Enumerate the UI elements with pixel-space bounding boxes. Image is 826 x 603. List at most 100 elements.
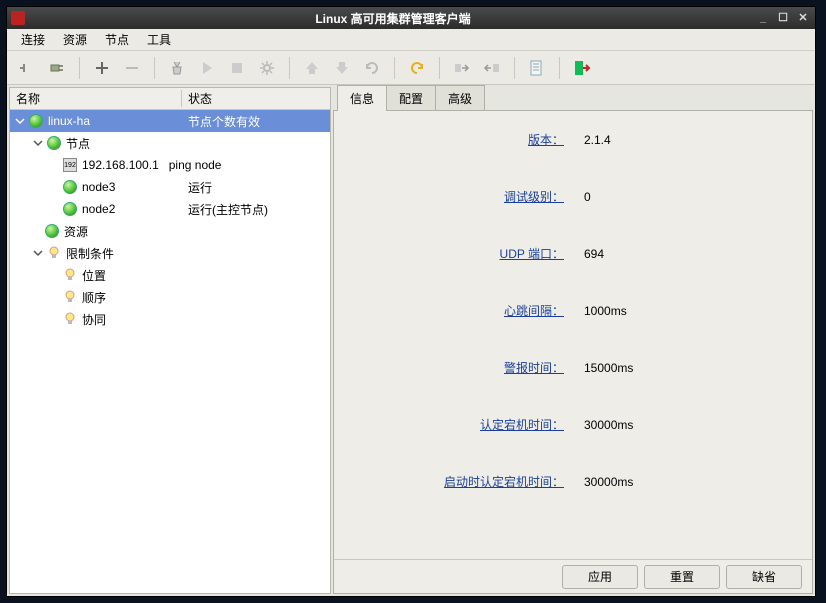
info-value-dead: 30000ms xyxy=(584,418,633,432)
tab-advanced[interactable]: 高级 xyxy=(435,85,485,111)
tree-label: 顺序 xyxy=(82,289,106,306)
tree-row-node3[interactable]: node3 运行 xyxy=(10,176,330,198)
menu-node[interactable]: 节点 xyxy=(97,29,137,50)
default-button[interactable]: 缺省 xyxy=(726,565,802,589)
window-title: Linux 高可用集群管理客户端 xyxy=(31,10,755,27)
toolbar-separator xyxy=(439,57,440,79)
info-label-version[interactable]: 版本： xyxy=(528,133,564,147)
cluster-icon xyxy=(28,113,44,129)
button-bar: 应用 重置 缺省 xyxy=(334,559,812,593)
tab-config[interactable]: 配置 xyxy=(386,85,436,111)
info-value-udp: 694 xyxy=(584,247,604,261)
titlebar[interactable]: Linux 高可用集群管理客户端 _ ☐ ✕ xyxy=(7,7,815,29)
expander-icon[interactable] xyxy=(14,115,26,127)
add-icon[interactable] xyxy=(90,56,114,80)
standby-icon[interactable] xyxy=(480,56,504,80)
toolbar-separator xyxy=(559,57,560,79)
node-icon xyxy=(62,201,78,217)
tree-label: 协同 xyxy=(82,311,106,328)
window-controls: _ ☐ ✕ xyxy=(755,11,811,25)
minimize-button[interactable]: _ xyxy=(755,11,771,25)
right-panel: 信息 配置 高级 版本： 2.1.4 调试级别： 0 UDP 端口： xyxy=(333,87,813,594)
stop-icon[interactable] xyxy=(225,56,249,80)
tree-row-constraints[interactable]: 限制条件 xyxy=(10,242,330,264)
toolbar-separator xyxy=(79,57,80,79)
plug-icon[interactable] xyxy=(45,56,69,80)
expander-icon[interactable] xyxy=(32,137,44,149)
bulb-icon xyxy=(62,289,78,305)
info-label-initdead[interactable]: 启动时认定宕机时间： xyxy=(444,475,564,489)
tree-row-order[interactable]: 顺序 xyxy=(10,286,330,308)
refresh-icon[interactable] xyxy=(360,56,384,80)
takeover-icon[interactable] xyxy=(450,56,474,80)
tree-header: 名称 状态 xyxy=(10,88,330,110)
down-icon[interactable] xyxy=(330,56,354,80)
remove-icon[interactable] xyxy=(120,56,144,80)
node-icon xyxy=(62,179,78,195)
app-window: Linux 高可用集群管理客户端 _ ☐ ✕ 连接 资源 节点 工具 xyxy=(6,6,816,597)
tree-row-root[interactable]: linux-ha 节点个数有效 xyxy=(10,110,330,132)
tree-status: 节点个数有效 xyxy=(182,113,330,130)
up-icon[interactable] xyxy=(300,56,324,80)
info-row-dead: 认定宕机时间： 30000ms xyxy=(364,416,782,433)
tree-row-ip[interactable]: 192 192.168.100.1 ping node xyxy=(10,154,330,176)
app-icon xyxy=(11,11,25,25)
info-value-debug: 0 xyxy=(584,190,591,204)
exit-icon[interactable] xyxy=(570,56,594,80)
tree-label: linux-ha xyxy=(48,114,90,128)
tab-bar: 信息 配置 高级 xyxy=(333,87,813,111)
tree-row-nodes[interactable]: 节点 xyxy=(10,132,330,154)
info-value-version: 2.1.4 xyxy=(584,133,611,147)
gear-icon[interactable] xyxy=(255,56,279,80)
tree-label: 限制条件 xyxy=(66,245,114,262)
info-label-dead[interactable]: 认定宕机时间： xyxy=(480,418,564,432)
menu-tool[interactable]: 工具 xyxy=(139,29,179,50)
undo-icon[interactable] xyxy=(405,56,429,80)
info-value-alarm: 15000ms xyxy=(584,361,633,375)
toolbar xyxy=(7,51,815,85)
tree-status: ping node xyxy=(159,158,330,172)
menubar: 连接 资源 节点 工具 xyxy=(7,29,815,51)
menu-connect[interactable]: 连接 xyxy=(13,29,53,50)
reset-button[interactable]: 重置 xyxy=(644,565,720,589)
start-icon[interactable] xyxy=(195,56,219,80)
connect-icon[interactable] xyxy=(15,56,39,80)
info-body: 版本： 2.1.4 调试级别： 0 UDP 端口： 694 心跳间隔： 1000… xyxy=(334,111,812,559)
info-row-udp: UDP 端口： 694 xyxy=(364,245,782,262)
tree-label: 192.168.100.1 xyxy=(82,158,159,172)
tree-status: 运行 xyxy=(182,179,330,196)
tree-row-location[interactable]: 位置 xyxy=(10,264,330,286)
bulb-icon xyxy=(46,245,62,261)
ip-icon: 192 xyxy=(62,157,78,173)
apply-button[interactable]: 应用 xyxy=(562,565,638,589)
info-value-initdead: 30000ms xyxy=(584,475,633,489)
tree-row-node2[interactable]: node2 运行(主控节点) xyxy=(10,198,330,220)
maximize-button[interactable]: ☐ xyxy=(775,11,791,25)
info-row-alarm: 警报时间： 15000ms xyxy=(364,359,782,376)
toolbar-separator xyxy=(394,57,395,79)
tab-info[interactable]: 信息 xyxy=(337,85,387,111)
tree-label: node3 xyxy=(82,180,115,194)
info-label-udp[interactable]: UDP 端口： xyxy=(500,247,564,261)
info-label-heartbeat[interactable]: 心跳间隔： xyxy=(504,304,564,318)
tree-label: 位置 xyxy=(82,267,106,284)
info-label-alarm[interactable]: 警报时间： xyxy=(504,361,564,375)
info-value-heartbeat: 1000ms xyxy=(584,304,627,318)
info-row-debug: 调试级别： 0 xyxy=(364,188,782,205)
tab-content: 版本： 2.1.4 调试级别： 0 UDP 端口： 694 心跳间隔： 1000… xyxy=(333,110,813,594)
info-row-heartbeat: 心跳间隔： 1000ms xyxy=(364,302,782,319)
bulb-icon xyxy=(62,267,78,283)
nodes-icon xyxy=(46,135,62,151)
content-area: 名称 状态 linux-ha 节点个数有效 xyxy=(7,85,815,596)
tree-body: linux-ha 节点个数有效 节点 19 xyxy=(10,110,330,593)
menu-resource[interactable]: 资源 xyxy=(55,29,95,50)
expander-icon[interactable] xyxy=(32,247,44,259)
cleanup-icon[interactable] xyxy=(165,56,189,80)
document-icon[interactable] xyxy=(525,56,549,80)
close-button[interactable]: ✕ xyxy=(795,11,811,25)
tree-row-colocation[interactable]: 协同 xyxy=(10,308,330,330)
tree-header-status[interactable]: 状态 xyxy=(182,90,330,107)
tree-row-resources[interactable]: 资源 xyxy=(10,220,330,242)
tree-header-name[interactable]: 名称 xyxy=(10,90,182,107)
info-label-debug[interactable]: 调试级别： xyxy=(504,190,564,204)
